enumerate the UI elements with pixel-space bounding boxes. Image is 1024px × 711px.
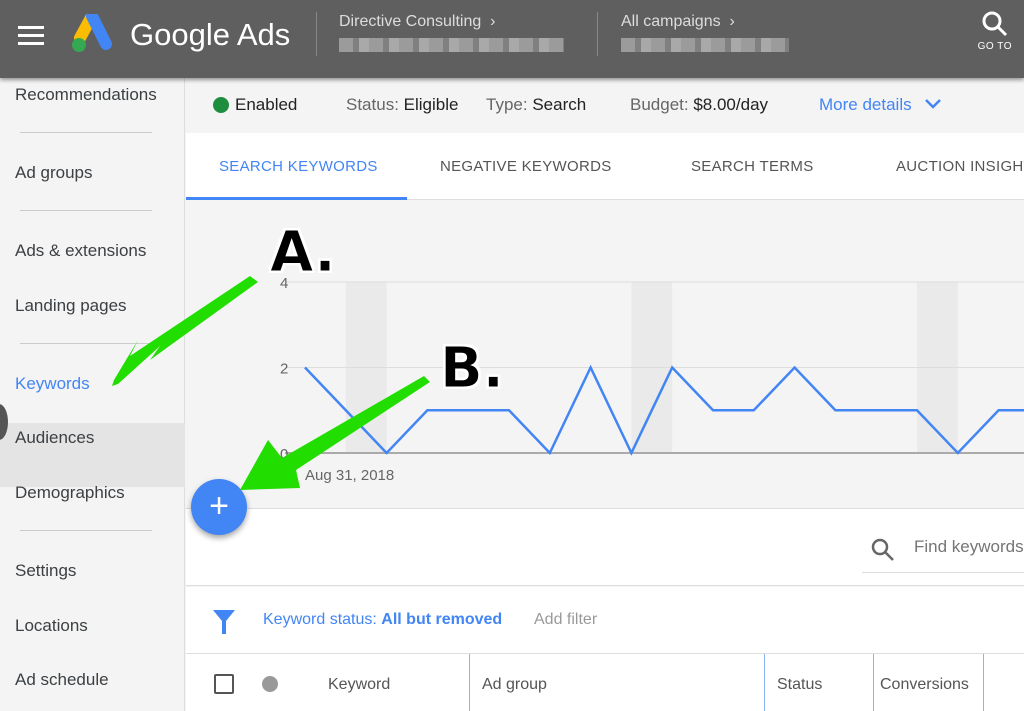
column-header-conversions[interactable]: Conversions: [880, 676, 980, 694]
enabled-status-dot: [213, 97, 229, 113]
annotation-b: B.: [440, 336, 505, 402]
budget-label: Budget:: [630, 95, 689, 114]
more-details-link[interactable]: More details: [819, 95, 942, 115]
add-keyword-fab[interactable]: +: [191, 479, 247, 535]
annotation-a: A.: [270, 220, 337, 286]
sidebar-item-ad-schedule[interactable]: Ad schedule: [15, 670, 109, 690]
main-content: Enabled Status: Eligible Type: Search Bu…: [186, 78, 1024, 711]
type-label: Type:: [486, 95, 528, 114]
search-icon: [982, 11, 1007, 37]
column-header-status[interactable]: Status: [777, 676, 822, 694]
keyword-status-filter[interactable]: Keyword status: All but removed: [263, 611, 502, 629]
tab-negative-keywords[interactable]: NEGATIVE KEYWORDS: [440, 158, 612, 175]
type-value: Search: [532, 95, 587, 114]
breadcrumb-campaigns[interactable]: All campaigns ›: [621, 13, 735, 31]
table-header: Keyword Ad group Status Conversions: [186, 654, 1024, 711]
sidebar-item-ad-groups[interactable]: Ad groups: [15, 163, 93, 183]
sidebar-item-landing-pages[interactable]: Landing pages: [15, 296, 127, 316]
sidebar-item-ads-extensions[interactable]: Ads & extensions: [15, 241, 146, 261]
table-toolbar: [186, 508, 1024, 586]
enabled-status[interactable]: Enabled: [235, 95, 297, 115]
sidebar-item-demographics[interactable]: Demographics: [15, 483, 125, 503]
filter-icon[interactable]: [213, 610, 235, 634]
find-keywords-search[interactable]: [862, 529, 1024, 573]
tab-search-terms[interactable]: SEARCH TERMS: [691, 158, 814, 175]
filter-bar: Keyword status: All but removed Add filt…: [186, 587, 1024, 654]
y-tick-label: 0: [280, 446, 288, 463]
y-tick-label: 2: [280, 361, 288, 378]
status-value: Eligible: [403, 95, 459, 114]
add-filter-button[interactable]: Add filter: [534, 611, 597, 629]
sidebar-item-locations[interactable]: Locations: [15, 616, 88, 636]
top-bar: Google Ads Directive Consulting › All ca…: [0, 0, 1024, 78]
google-ads-logo: [72, 14, 112, 52]
goto-button[interactable]: GO TO: [978, 10, 1012, 52]
select-all-checkbox[interactable]: [214, 674, 234, 694]
goto-label: GO TO: [977, 41, 1012, 52]
redacted-account-name: [339, 38, 564, 52]
find-keywords-input[interactable]: [914, 537, 1024, 557]
sidebar-item-audiences[interactable]: Audiences: [15, 428, 94, 448]
campaign-status-bar: Enabled Status: Eligible Type: Search Bu…: [186, 78, 1024, 133]
status-label: Status:: [346, 95, 399, 114]
budget-value: $8.00/day: [693, 95, 769, 114]
breadcrumb-account[interactable]: Directive Consulting ›: [339, 13, 496, 31]
keyword-tabs: SEARCH KEYWORDS NEGATIVE KEYWORDS SEARCH…: [186, 133, 1024, 200]
tab-search-keywords[interactable]: SEARCH KEYWORDS: [219, 158, 378, 175]
menu-icon[interactable]: [18, 26, 44, 50]
sidebar-item-recommendations[interactable]: Recommendations: [15, 85, 157, 105]
sidebar-item-settings[interactable]: Settings: [15, 561, 76, 581]
tab-auction-insights[interactable]: AUCTION INSIGHTS: [896, 158, 1024, 175]
sidebar: Recommendations Ad groups Ads & extensio…: [0, 78, 185, 711]
chevron-down-icon: [925, 99, 942, 109]
redacted-campaign-name: [621, 38, 789, 52]
search-icon: [871, 538, 894, 561]
column-header-ad-group[interactable]: Ad group: [482, 676, 547, 694]
column-header-keyword[interactable]: Keyword: [328, 676, 390, 694]
sidebar-item-keywords[interactable]: Keywords: [15, 374, 90, 394]
x-tick-label: Aug 31, 2018: [305, 467, 394, 484]
app-title: Google Ads: [130, 17, 291, 52]
status-dot-column-icon: [262, 676, 278, 692]
